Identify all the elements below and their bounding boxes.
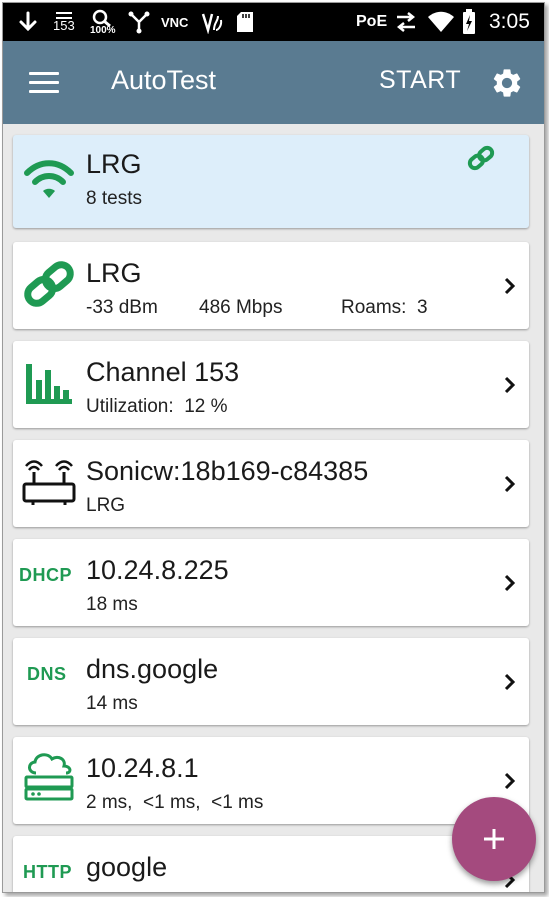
chevron-right-icon (504, 277, 516, 295)
wifi-link-card[interactable]: LRG -33 dBm 486 Mbps Roams: 3 (13, 242, 529, 329)
gear-icon[interactable] (490, 66, 524, 100)
profile-name: LRG (86, 149, 142, 179)
gateway-times: 2 ms, <1 ms, <1 ms (86, 792, 264, 813)
link-signal: -33 dBm (86, 297, 158, 318)
dhcp-card[interactable]: DHCP 10.24.8.225 18 ms (13, 539, 529, 626)
device-screen: 153 100% VNC PoE 3:05 AutoTest START LRG… (2, 2, 545, 893)
access-point-name: Sonicw:18b169-c84385 (86, 456, 369, 486)
add-test-button[interactable] (452, 797, 536, 881)
chevron-right-icon (504, 574, 516, 592)
voltage-icon (200, 3, 224, 41)
channel-status-icon: 153 (53, 3, 77, 41)
battery-icon (462, 3, 476, 41)
access-point-icon (21, 453, 77, 509)
chevron-right-icon (504, 475, 516, 493)
download-arrow-icon (17, 3, 39, 41)
http-target: google (86, 852, 168, 882)
link-ssid: LRG (86, 258, 142, 288)
dhcp-time: 18 ms (86, 594, 138, 615)
bar-chart-icon (21, 356, 77, 412)
signal-percent-text: 100% (90, 25, 116, 36)
network-topology-icon (127, 3, 151, 41)
dns-card[interactable]: DNS dns.google 14 ms (13, 638, 529, 725)
plus-icon (484, 829, 504, 849)
dhcp-icon: DHCP (19, 564, 73, 585)
chevron-right-icon (504, 772, 516, 790)
clock: 3:05 (489, 10, 530, 33)
dns-server: dns.google (86, 654, 219, 684)
profile-test-count: 8 tests (86, 188, 142, 209)
chevron-right-icon (504, 673, 516, 691)
wifi-icon (21, 151, 77, 207)
wifi-status-icon (427, 3, 455, 41)
poe-indicator: PoE (356, 13, 388, 30)
signal-search-icon: 100% (90, 3, 118, 41)
link-rate: 486 Mbps (199, 297, 283, 318)
access-point-ssid: LRG (86, 495, 126, 516)
autotest-results-list: LRG 8 tests LRG -33 dBm 486 Mbps Roams: … (3, 124, 544, 892)
http-icon: HTTP (23, 861, 72, 882)
app-bar: AutoTest START (3, 41, 544, 124)
start-button[interactable]: START (379, 66, 461, 95)
profile-card[interactable]: LRG 8 tests (13, 135, 529, 228)
dhcp-address: 10.24.8.225 (86, 555, 229, 585)
link-icon (21, 256, 77, 312)
gateway-address: 10.24.8.1 (86, 753, 199, 783)
cloud-server-icon (21, 749, 77, 805)
page-title: AutoTest (111, 65, 217, 95)
dns-icon: DNS (27, 663, 67, 684)
channel-badge-text: 153 (53, 18, 75, 33)
link-icon (466, 145, 496, 171)
channel-card[interactable]: Channel 153 Utilization: 12 % (13, 341, 529, 428)
channel-title: Channel 153 (86, 357, 240, 387)
link-roams: Roams: 3 (341, 297, 428, 318)
channel-utilization: Utilization: 12 % (86, 396, 228, 417)
access-point-card[interactable]: Sonicw:18b169-c84385 LRG (13, 440, 529, 527)
status-bar: 153 100% VNC PoE 3:05 (3, 3, 544, 41)
gateway-card[interactable]: 10.24.8.1 2 ms, <1 ms, <1 ms (13, 737, 529, 824)
transfer-arrows-icon (394, 3, 418, 41)
dns-time: 14 ms (86, 693, 138, 714)
hamburger-menu-icon[interactable] (29, 72, 59, 94)
chevron-right-icon (504, 376, 516, 394)
sd-card-icon (236, 3, 254, 41)
vnc-indicator: VNC (161, 14, 189, 30)
